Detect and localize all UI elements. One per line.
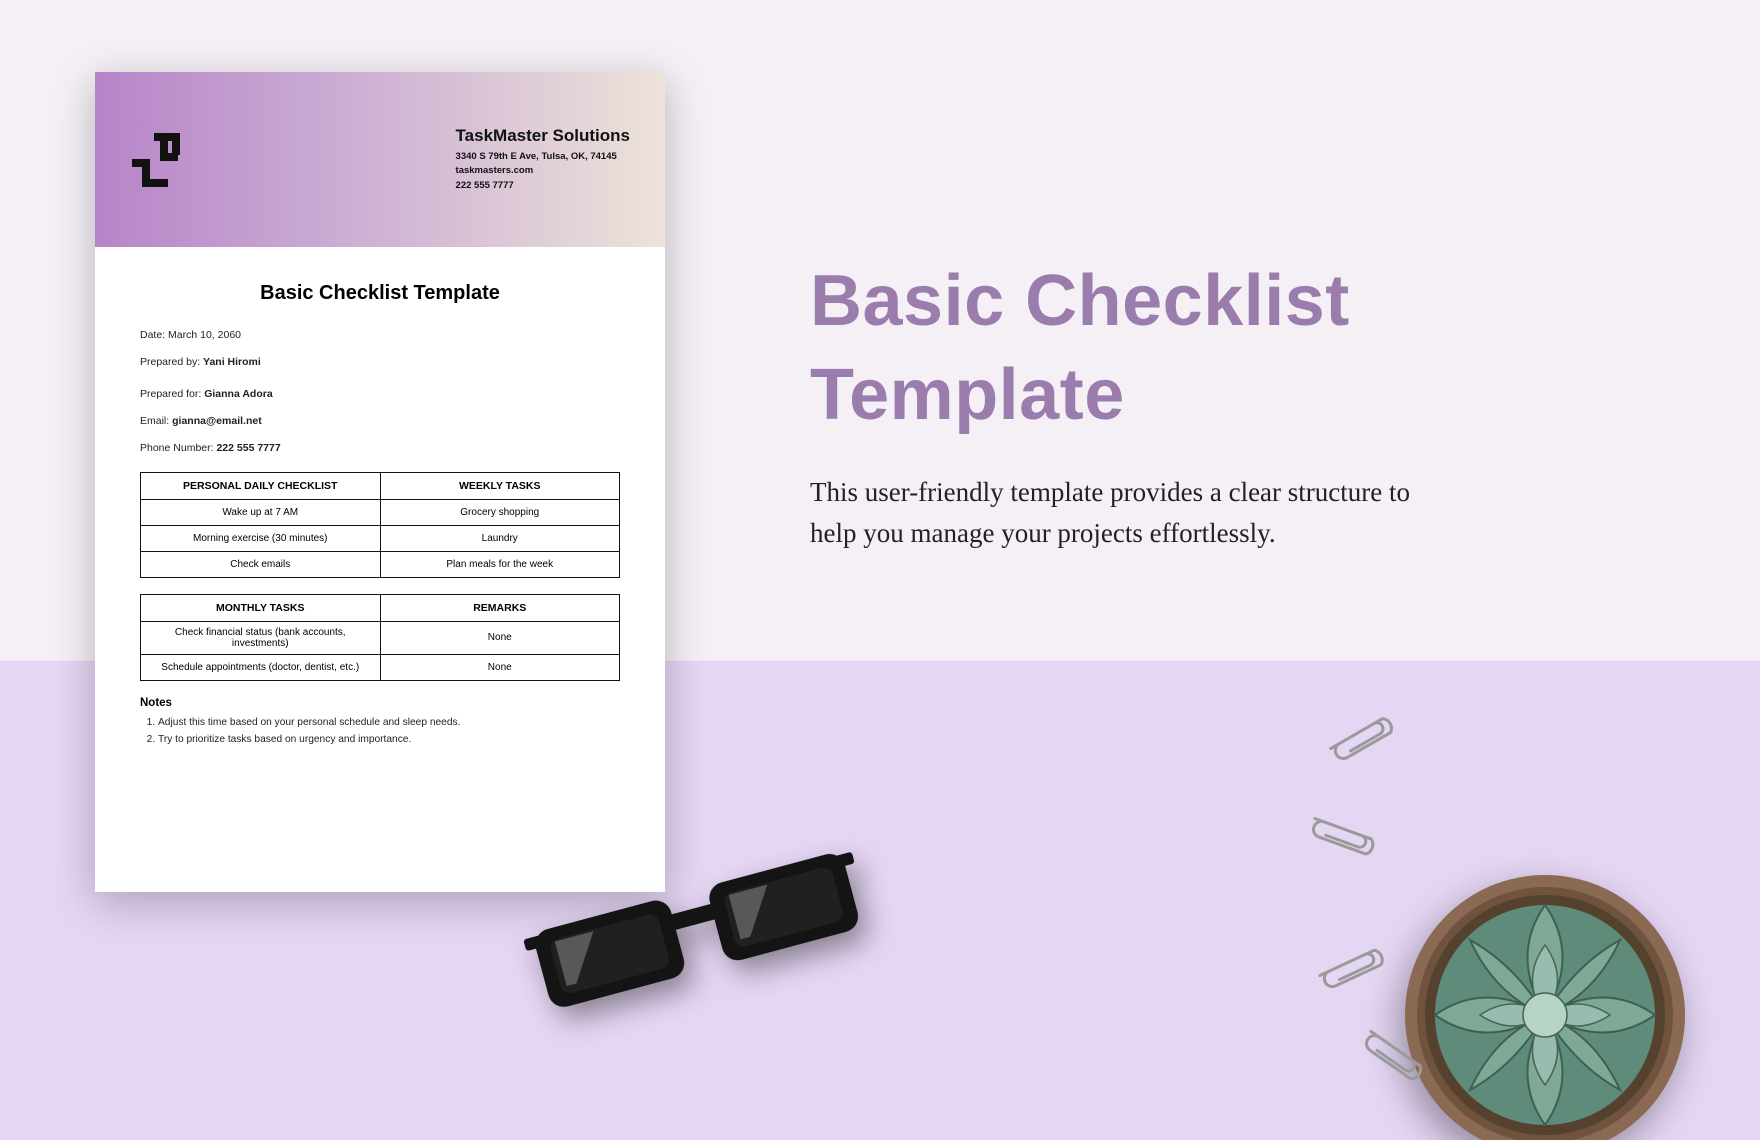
prepared-for-label: Prepared for: bbox=[140, 388, 201, 400]
document-body: Basic Checklist Template Date: March 10,… bbox=[95, 247, 665, 768]
company-website: taskmasters.com bbox=[456, 164, 630, 178]
table2-header-0: MONTHLY TASKS bbox=[141, 594, 381, 621]
note-item: Try to prioritize tasks based on urgency… bbox=[158, 731, 620, 748]
notes-list: Adjust this time based on your personal … bbox=[140, 714, 620, 749]
table1-header-1: WEEKLY TASKS bbox=[380, 472, 620, 499]
letterhead-header: TaskMaster Solutions 3340 S 79th E Ave, … bbox=[95, 72, 665, 247]
email-label: Email: bbox=[140, 415, 169, 427]
notes-heading: Notes bbox=[140, 697, 620, 709]
prepared-by-label: Prepared by: bbox=[140, 356, 200, 368]
company-phone: 222 555 7777 bbox=[456, 179, 630, 193]
checklist-table-1: PERSONAL DAILY CHECKLIST WEEKLY TASKS Wa… bbox=[140, 472, 620, 578]
table-cell: Plan meals for the week bbox=[380, 551, 620, 577]
table-cell: Grocery shopping bbox=[380, 499, 620, 525]
company-address: 3340 S 79th E Ave, Tulsa, OK, 74145 bbox=[456, 150, 630, 164]
prepared-by-value: Yani Hiromi bbox=[203, 356, 261, 368]
table-cell: Morning exercise (30 minutes) bbox=[141, 525, 381, 551]
table-row: Wake up at 7 AM Grocery shopping bbox=[141, 499, 620, 525]
table2-header-1: REMARKS bbox=[380, 594, 620, 621]
email-value: gianna@email.net bbox=[172, 415, 262, 427]
company-info: TaskMaster Solutions 3340 S 79th E Ave, … bbox=[456, 126, 630, 193]
promo-title: Basic Checklist Template bbox=[810, 255, 1630, 442]
table-cell: None bbox=[380, 654, 620, 680]
date-label: Date: bbox=[140, 329, 165, 341]
document-title: Basic Checklist Template bbox=[140, 282, 620, 305]
table-row: Schedule appointments (doctor, dentist, … bbox=[141, 654, 620, 680]
table-cell: Laundry bbox=[380, 525, 620, 551]
table1-header-0: PERSONAL DAILY CHECKLIST bbox=[141, 472, 381, 499]
succulent-plant-icon bbox=[1385, 845, 1705, 1140]
phone-label: Phone Number: bbox=[140, 442, 214, 454]
paperclip-icon bbox=[1297, 806, 1394, 871]
phone-value: 222 555 7777 bbox=[216, 442, 280, 454]
company-name: TaskMaster Solutions bbox=[456, 126, 630, 146]
table-cell: Wake up at 7 AM bbox=[141, 499, 381, 525]
table-cell: Check financial status (bank accounts, i… bbox=[141, 621, 381, 654]
note-item: Adjust this time based on your personal … bbox=[158, 714, 620, 731]
meta-group-author: Date: March 10, 2060 Prepared by: Yani H… bbox=[140, 327, 620, 372]
date-value: March 10, 2060 bbox=[168, 329, 241, 341]
table-row: Check financial status (bank accounts, i… bbox=[141, 621, 620, 654]
table-cell: Schedule appointments (doctor, dentist, … bbox=[141, 654, 381, 680]
company-logo-icon bbox=[130, 129, 192, 191]
table-row: Check emails Plan meals for the week bbox=[141, 551, 620, 577]
prepared-for-value: Gianna Adora bbox=[204, 388, 272, 400]
promo-panel: Basic Checklist Template This user-frien… bbox=[810, 255, 1630, 553]
meta-group-recipient: Prepared for: Gianna Adora Email: gianna… bbox=[140, 386, 620, 458]
table-cell: Check emails bbox=[141, 551, 381, 577]
table-cell: None bbox=[380, 621, 620, 654]
paperclip-icon bbox=[1317, 700, 1413, 776]
promo-description: This user-friendly template provides a c… bbox=[810, 472, 1430, 553]
document-page: TaskMaster Solutions 3340 S 79th E Ave, … bbox=[95, 72, 665, 892]
checklist-table-2: MONTHLY TASKS REMARKS Check financial st… bbox=[140, 594, 620, 681]
table-row: Morning exercise (30 minutes) Laundry bbox=[141, 525, 620, 551]
